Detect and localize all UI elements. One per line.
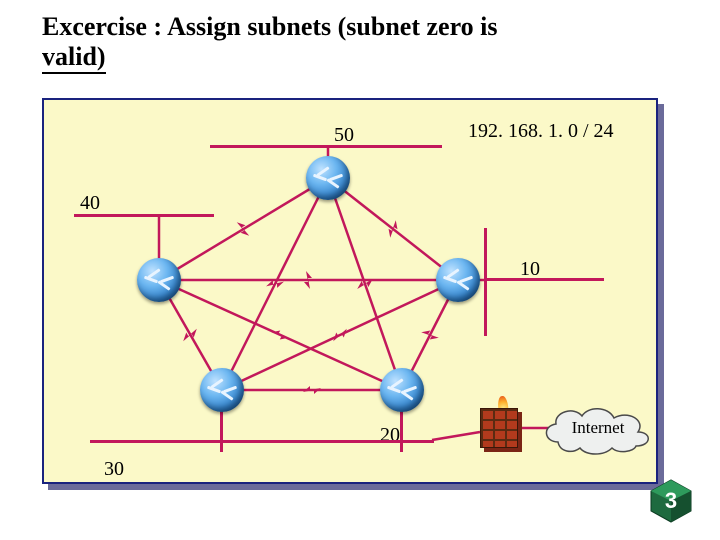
cloud-label: Internet: [572, 418, 625, 438]
cloud-icon: Internet: [538, 400, 658, 456]
slide-title: Excercise : Assign subnets (subnet zero …: [42, 12, 498, 74]
slide-number: 3: [665, 488, 677, 514]
title-line-1: Excercise : Assign subnets (subnet zero …: [42, 12, 498, 41]
router-icon: [306, 156, 350, 200]
diagram-canvas: 50 192. 168. 1. 0 / 24 40 10 20 30: [42, 98, 658, 484]
serial-link-bolt-icon: [235, 219, 251, 239]
router-icon: [436, 258, 480, 302]
title-line-2: valid): [42, 42, 106, 74]
firewall-icon: [476, 402, 524, 452]
router-icon: [200, 368, 244, 412]
router-icon: [137, 258, 181, 302]
router-icon: [380, 368, 424, 412]
slide-number-badge: 3: [648, 478, 694, 524]
